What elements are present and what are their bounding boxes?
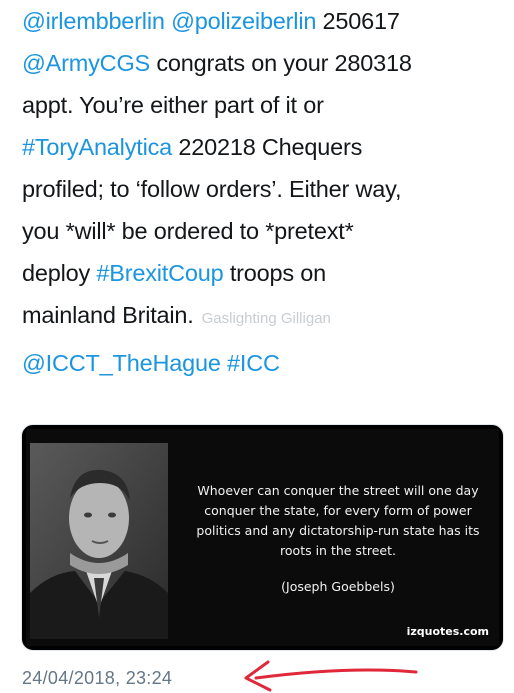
- quote-text: Whoever can conquer the street will one …: [196, 483, 480, 558]
- tweet-line: appt. You’re either part of it or: [22, 84, 502, 126]
- hashtag-link[interactable]: #ToryAnalytica: [22, 134, 172, 160]
- tweet-line: @irlembberlin @polizeiberlin 250617: [22, 0, 502, 42]
- tweet-timestamp[interactable]: 24/04/2018, 23:24: [22, 668, 172, 689]
- portrait-photo: [30, 443, 168, 639]
- quote-source: izquotes.com: [406, 625, 489, 638]
- tweet-text-segment: 250617: [316, 8, 400, 34]
- tweet-line: @ICCT_TheHague #ICC: [22, 342, 502, 384]
- tweet-text-segment: 220218 Chequers: [172, 134, 363, 160]
- tweet-text-segment: troops on: [223, 260, 327, 286]
- tweet-line: mainland Britain. Gaslighting Gilligan: [22, 294, 502, 336]
- red-arrow-icon: [244, 660, 418, 692]
- tweet-text-segment: deploy: [22, 260, 97, 286]
- tweet-text-segment: mainland Britain.: [22, 302, 194, 328]
- hashtag-link[interactable]: #BrexitCoup: [96, 260, 223, 286]
- watermark-text: Gaslighting Gilligan: [201, 310, 331, 327]
- tweet-text: @irlembberlin @polizeiberlin 250617 @Army…: [22, 0, 502, 384]
- tweet-line: @ArmyCGS congrats on your 280318: [22, 42, 502, 84]
- mention-link[interactable]: @irlembberlin: [22, 8, 165, 34]
- tweet-line: profiled; to ‘follow orders’. Either way…: [22, 168, 502, 210]
- tweet-line: deploy #BrexitCoup troops on: [22, 252, 502, 294]
- mention-link[interactable]: @ArmyCGS: [22, 50, 150, 76]
- tweet-line: #ToryAnalytica 220218 Chequers: [22, 126, 502, 168]
- tweet-text-segment: you *will* be ordered to *pretext*: [22, 218, 354, 244]
- quote-image: Whoever can conquer the street will one …: [26, 429, 499, 646]
- tweet-line: you *will* be ordered to *pretext*: [22, 210, 502, 252]
- mention-link[interactable]: @polizeiberlin: [171, 8, 316, 34]
- tweet-text-segment: appt. You’re either part of it or: [22, 92, 324, 118]
- hashtag-link[interactable]: #ICC: [227, 350, 280, 376]
- tweet-text-segment: profiled; to ‘follow orders’. Either way…: [22, 176, 402, 202]
- mention-link[interactable]: @ICCT_TheHague: [22, 350, 221, 376]
- tweet-text-segment: congrats on your 280318: [150, 50, 412, 76]
- quote-attribution: (Joseph Goebbels): [281, 579, 395, 594]
- tweet-media[interactable]: Whoever can conquer the street will one …: [21, 424, 504, 651]
